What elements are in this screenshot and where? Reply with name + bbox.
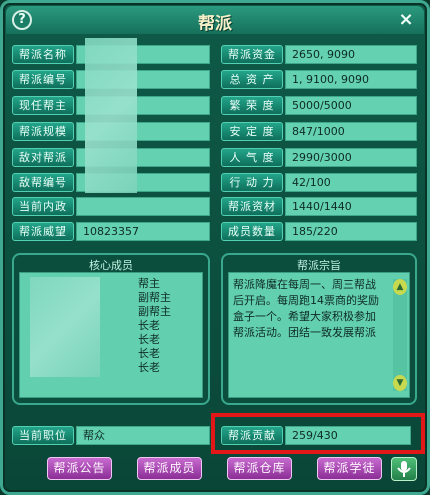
motto-body: 帮派降魔在每周一、周三帮战 后开启。每周跑14票商的奖励 盒子一个。希望大家积极…	[228, 272, 410, 398]
field-label: 当前内政	[12, 197, 74, 216]
field-label: 帮派规模	[12, 122, 74, 141]
member-roles: 帮主 副帮主 副帮主 长老 长老 长老 长老	[138, 277, 171, 375]
field-label: 成员数量	[221, 222, 283, 241]
close-icon[interactable]: ×	[396, 9, 416, 31]
highlight-annotation	[211, 413, 425, 454]
field-label: 安 定 度	[221, 122, 283, 141]
motto-title: 帮派宗旨	[297, 259, 341, 272]
field-label: 帮派资材	[221, 197, 283, 216]
field-label: 帮派名称	[12, 45, 74, 64]
field-value: 42/100	[285, 173, 417, 192]
field-value: 帮众	[76, 426, 210, 445]
core-members-title: 核心成员	[89, 259, 133, 272]
motto-text: 帮派降魔在每周一、周三帮战 后开启。每周跑14票商的奖励 盒子一个。希望大家积极…	[233, 277, 387, 341]
field-value: 10823357	[76, 222, 210, 241]
field-value: 847/1000	[285, 122, 417, 141]
member-role[interactable]: 长老	[138, 319, 171, 333]
field-value: 1440/1440	[285, 197, 417, 216]
core-members-panel: 核心成员 帮主 副帮主 副帮主 长老 长老 长老 长老	[12, 253, 210, 405]
member-role[interactable]: 长老	[138, 361, 171, 375]
scroll-up-icon[interactable]: ▲	[393, 279, 407, 295]
blurred-region	[85, 38, 137, 193]
field-label: 帮派编号	[12, 70, 74, 89]
gang-apprentice-button[interactable]: 帮派学徒	[317, 457, 382, 480]
field-label: 行 动 力	[221, 173, 283, 192]
motto-line: 帮派降魔在每周一、周三帮战	[233, 278, 376, 291]
field-label: 繁 荣 度	[221, 96, 283, 115]
gang-notice-button[interactable]: 帮派公告	[47, 457, 112, 480]
field-label: 现任帮主	[12, 96, 74, 115]
blurred-names	[30, 277, 100, 377]
scroll-down-icon[interactable]: ▼	[393, 375, 407, 391]
microphone-button[interactable]	[391, 457, 417, 481]
motto-line: 盒子一个。希望大家积极参加	[233, 310, 376, 323]
field-value: 2650, 9090	[285, 45, 417, 64]
field-label: 当前职位	[12, 426, 74, 445]
gang-warehouse-button[interactable]: 帮派仓库	[227, 457, 292, 480]
member-role[interactable]: 长老	[138, 333, 171, 347]
field-label: 总 资 产	[221, 70, 283, 89]
help-icon[interactable]: ?	[12, 10, 32, 30]
motto-panel: 帮派宗旨 帮派降魔在每周一、周三帮战 后开启。每周跑14票商的奖励 盒子一个。希…	[221, 253, 417, 405]
title-bar: 帮派 ? ×	[6, 6, 424, 34]
window-title: 帮派	[198, 14, 232, 34]
motto-line: 后开启。每周跑14票商的奖励	[233, 294, 379, 307]
member-role[interactable]: 副帮主	[138, 305, 171, 319]
field-label: 敌对帮派	[12, 148, 74, 167]
field-value: 5000/5000	[285, 96, 417, 115]
field-value: 185/220	[285, 222, 417, 241]
member-role[interactable]: 长老	[138, 347, 171, 361]
member-role[interactable]: 副帮主	[138, 291, 171, 305]
field-value	[76, 197, 210, 216]
field-label: 敌帮编号	[12, 173, 74, 192]
field-value: 1, 9100, 9090	[285, 70, 417, 89]
microphone-icon	[397, 461, 411, 477]
member-role[interactable]: 帮主	[138, 277, 171, 291]
field-label: 帮派威望	[12, 222, 74, 241]
motto-scrollbar[interactable]: ▲ ▼	[393, 279, 407, 391]
core-members-list: 帮主 副帮主 副帮主 长老 长老 长老 长老	[19, 272, 203, 398]
field-label: 人 气 度	[221, 148, 283, 167]
field-label: 帮派资金	[221, 45, 283, 64]
motto-line: 帮派活动。团结一致发展帮派	[233, 326, 376, 339]
field-value: 2990/3000	[285, 148, 417, 167]
gang-members-button[interactable]: 帮派成员	[137, 457, 202, 480]
